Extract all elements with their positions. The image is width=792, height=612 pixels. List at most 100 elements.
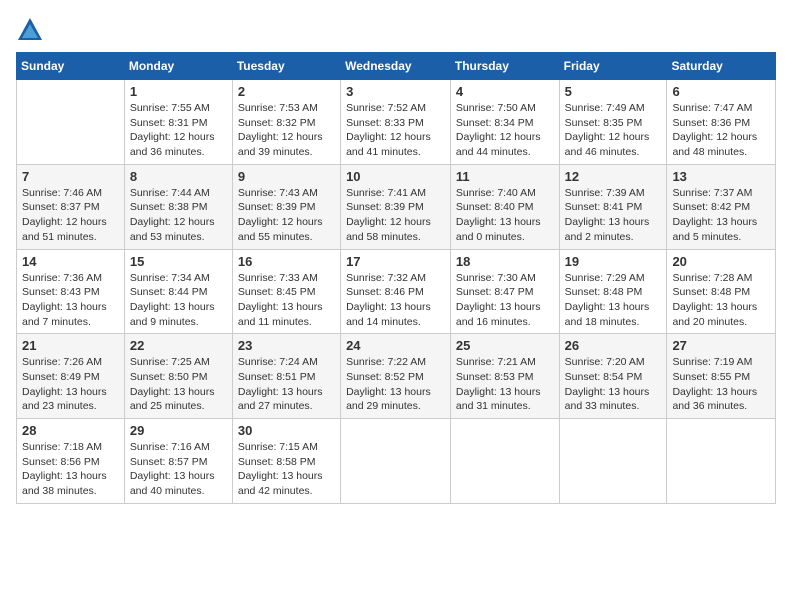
day-info: Sunrise: 7:20 AM Sunset: 8:54 PM Dayligh… [565,355,662,414]
day-cell: 12 Sunrise: 7:39 AM Sunset: 8:41 PM Dayli… [559,164,667,249]
day-number: 19 [565,254,662,269]
day-number: 9 [238,169,335,184]
column-header-sunday: Sunday [17,53,125,80]
day-cell [341,419,451,504]
day-cell: 11 Sunrise: 7:40 AM Sunset: 8:40 PM Dayli… [450,164,559,249]
day-info: Sunrise: 7:36 AM Sunset: 8:43 PM Dayligh… [22,271,119,330]
day-info: Sunrise: 7:19 AM Sunset: 8:55 PM Dayligh… [672,355,770,414]
calendar-header-row: SundayMondayTuesdayWednesdayThursdayFrid… [17,53,776,80]
day-number: 7 [22,169,119,184]
day-cell [450,419,559,504]
day-number: 4 [456,84,554,99]
day-info: Sunrise: 7:39 AM Sunset: 8:41 PM Dayligh… [565,186,662,245]
day-info: Sunrise: 7:28 AM Sunset: 8:48 PM Dayligh… [672,271,770,330]
day-cell: 16Sunrise: 7:33 AM Sunset: 8:45 PM Dayli… [232,249,340,334]
day-cell: 6 Sunrise: 7:47 AM Sunset: 8:36 PM Daylig… [667,80,776,165]
week-row-3: 14 Sunrise: 7:36 AM Sunset: 8:43 PM Dayli… [17,249,776,334]
day-cell: 13 Sunrise: 7:37 AM Sunset: 8:42 PM Dayli… [667,164,776,249]
week-row-5: 28 Sunrise: 7:18 AM Sunset: 8:56 PM Dayli… [17,419,776,504]
day-info: Sunrise: 7:47 AM Sunset: 8:36 PM Dayligh… [672,101,770,160]
logo [16,16,48,44]
day-cell: 8 Sunrise: 7:44 AM Sunset: 8:38 PM Daylig… [124,164,232,249]
day-cell: 20 Sunrise: 7:28 AM Sunset: 8:48 PM Dayli… [667,249,776,334]
day-info: Sunrise: 7:49 AM Sunset: 8:35 PM Dayligh… [565,101,662,160]
day-info: Sunrise: 7:30 AM Sunset: 8:47 PM Dayligh… [456,271,554,330]
day-cell: 29 Sunrise: 7:16 AM Sunset: 8:57 PM Dayli… [124,419,232,504]
day-info: Sunrise: 7:43 AM Sunset: 8:39 PM Dayligh… [238,186,335,245]
day-info: Sunrise: 7:24 AM Sunset: 8:51 PM Dayligh… [238,355,335,414]
day-number: 21 [22,338,119,353]
day-info: Sunrise: 7:22 AM Sunset: 8:52 PM Dayligh… [346,355,445,414]
day-info: Sunrise: 7:21 AM Sunset: 8:53 PM Dayligh… [456,355,554,414]
week-row-2: 7 Sunrise: 7:46 AM Sunset: 8:37 PM Daylig… [17,164,776,249]
calendar-table: SundayMondayTuesdayWednesdayThursdayFrid… [16,52,776,504]
day-number: 17 [346,254,445,269]
day-info: Sunrise: 7:41 AM Sunset: 8:39 PM Dayligh… [346,186,445,245]
day-number: 10 [346,169,445,184]
day-cell: 30Sunrise: 7:15 AM Sunset: 8:58 PM Dayli… [232,419,340,504]
day-cell: 3Sunrise: 7:52 AM Sunset: 8:33 PM Daylig… [341,80,451,165]
day-info: Sunrise: 7:29 AM Sunset: 8:48 PM Dayligh… [565,271,662,330]
day-info: Sunrise: 7:26 AM Sunset: 8:49 PM Dayligh… [22,355,119,414]
day-cell: 24 Sunrise: 7:22 AM Sunset: 8:52 PM Dayli… [341,334,451,419]
day-number: 14 [22,254,119,269]
day-number: 24 [346,338,445,353]
day-number: 29 [130,423,227,438]
day-number: 18 [456,254,554,269]
week-row-1: 1Sunrise: 7:55 AM Sunset: 8:31 PM Daylig… [17,80,776,165]
day-info: Sunrise: 7:55 AM Sunset: 8:31 PM Dayligh… [130,101,227,160]
day-number: 23 [238,338,335,353]
day-cell: 19 Sunrise: 7:29 AM Sunset: 8:48 PM Dayli… [559,249,667,334]
day-info: Sunrise: 7:53 AM Sunset: 8:32 PM Dayligh… [238,101,335,160]
day-info: Sunrise: 7:18 AM Sunset: 8:56 PM Dayligh… [22,440,119,499]
day-cell: 4 Sunrise: 7:50 AM Sunset: 8:34 PM Daylig… [450,80,559,165]
day-cell: 7 Sunrise: 7:46 AM Sunset: 8:37 PM Daylig… [17,164,125,249]
day-number: 16 [238,254,335,269]
column-header-thursday: Thursday [450,53,559,80]
day-cell: 14 Sunrise: 7:36 AM Sunset: 8:43 PM Dayli… [17,249,125,334]
column-header-monday: Monday [124,53,232,80]
day-number: 8 [130,169,227,184]
column-header-tuesday: Tuesday [232,53,340,80]
day-number: 11 [456,169,554,184]
day-cell [667,419,776,504]
day-cell [559,419,667,504]
day-info: Sunrise: 7:16 AM Sunset: 8:57 PM Dayligh… [130,440,227,499]
day-cell [17,80,125,165]
day-number: 6 [672,84,770,99]
day-cell: 27 Sunrise: 7:19 AM Sunset: 8:55 PM Dayli… [667,334,776,419]
column-header-wednesday: Wednesday [341,53,451,80]
day-info: Sunrise: 7:34 AM Sunset: 8:44 PM Dayligh… [130,271,227,330]
day-info: Sunrise: 7:40 AM Sunset: 8:40 PM Dayligh… [456,186,554,245]
column-header-saturday: Saturday [667,53,776,80]
day-number: 25 [456,338,554,353]
day-number: 27 [672,338,770,353]
logo-icon [16,16,44,44]
day-cell: 5 Sunrise: 7:49 AM Sunset: 8:35 PM Daylig… [559,80,667,165]
day-number: 20 [672,254,770,269]
day-number: 3 [346,84,445,99]
column-header-friday: Friday [559,53,667,80]
day-info: Sunrise: 7:44 AM Sunset: 8:38 PM Dayligh… [130,186,227,245]
day-info: Sunrise: 7:32 AM Sunset: 8:46 PM Dayligh… [346,271,445,330]
day-info: Sunrise: 7:37 AM Sunset: 8:42 PM Dayligh… [672,186,770,245]
day-info: Sunrise: 7:25 AM Sunset: 8:50 PM Dayligh… [130,355,227,414]
day-number: 28 [22,423,119,438]
day-cell: 26 Sunrise: 7:20 AM Sunset: 8:54 PM Dayli… [559,334,667,419]
page-header [16,16,776,44]
day-number: 5 [565,84,662,99]
day-cell: 25 Sunrise: 7:21 AM Sunset: 8:53 PM Dayli… [450,334,559,419]
day-cell: 22Sunrise: 7:25 AM Sunset: 8:50 PM Dayli… [124,334,232,419]
day-cell: 21 Sunrise: 7:26 AM Sunset: 8:49 PM Dayli… [17,334,125,419]
day-number: 12 [565,169,662,184]
day-cell: 18 Sunrise: 7:30 AM Sunset: 8:47 PM Dayli… [450,249,559,334]
day-number: 13 [672,169,770,184]
day-cell: 28 Sunrise: 7:18 AM Sunset: 8:56 PM Dayli… [17,419,125,504]
day-cell: 10 Sunrise: 7:41 AM Sunset: 8:39 PM Dayli… [341,164,451,249]
day-info: Sunrise: 7:50 AM Sunset: 8:34 PM Dayligh… [456,101,554,160]
day-info: Sunrise: 7:46 AM Sunset: 8:37 PM Dayligh… [22,186,119,245]
day-cell: 23 Sunrise: 7:24 AM Sunset: 8:51 PM Dayli… [232,334,340,419]
day-number: 26 [565,338,662,353]
week-row-4: 21 Sunrise: 7:26 AM Sunset: 8:49 PM Dayli… [17,334,776,419]
day-cell: 9 Sunrise: 7:43 AM Sunset: 8:39 PM Daylig… [232,164,340,249]
